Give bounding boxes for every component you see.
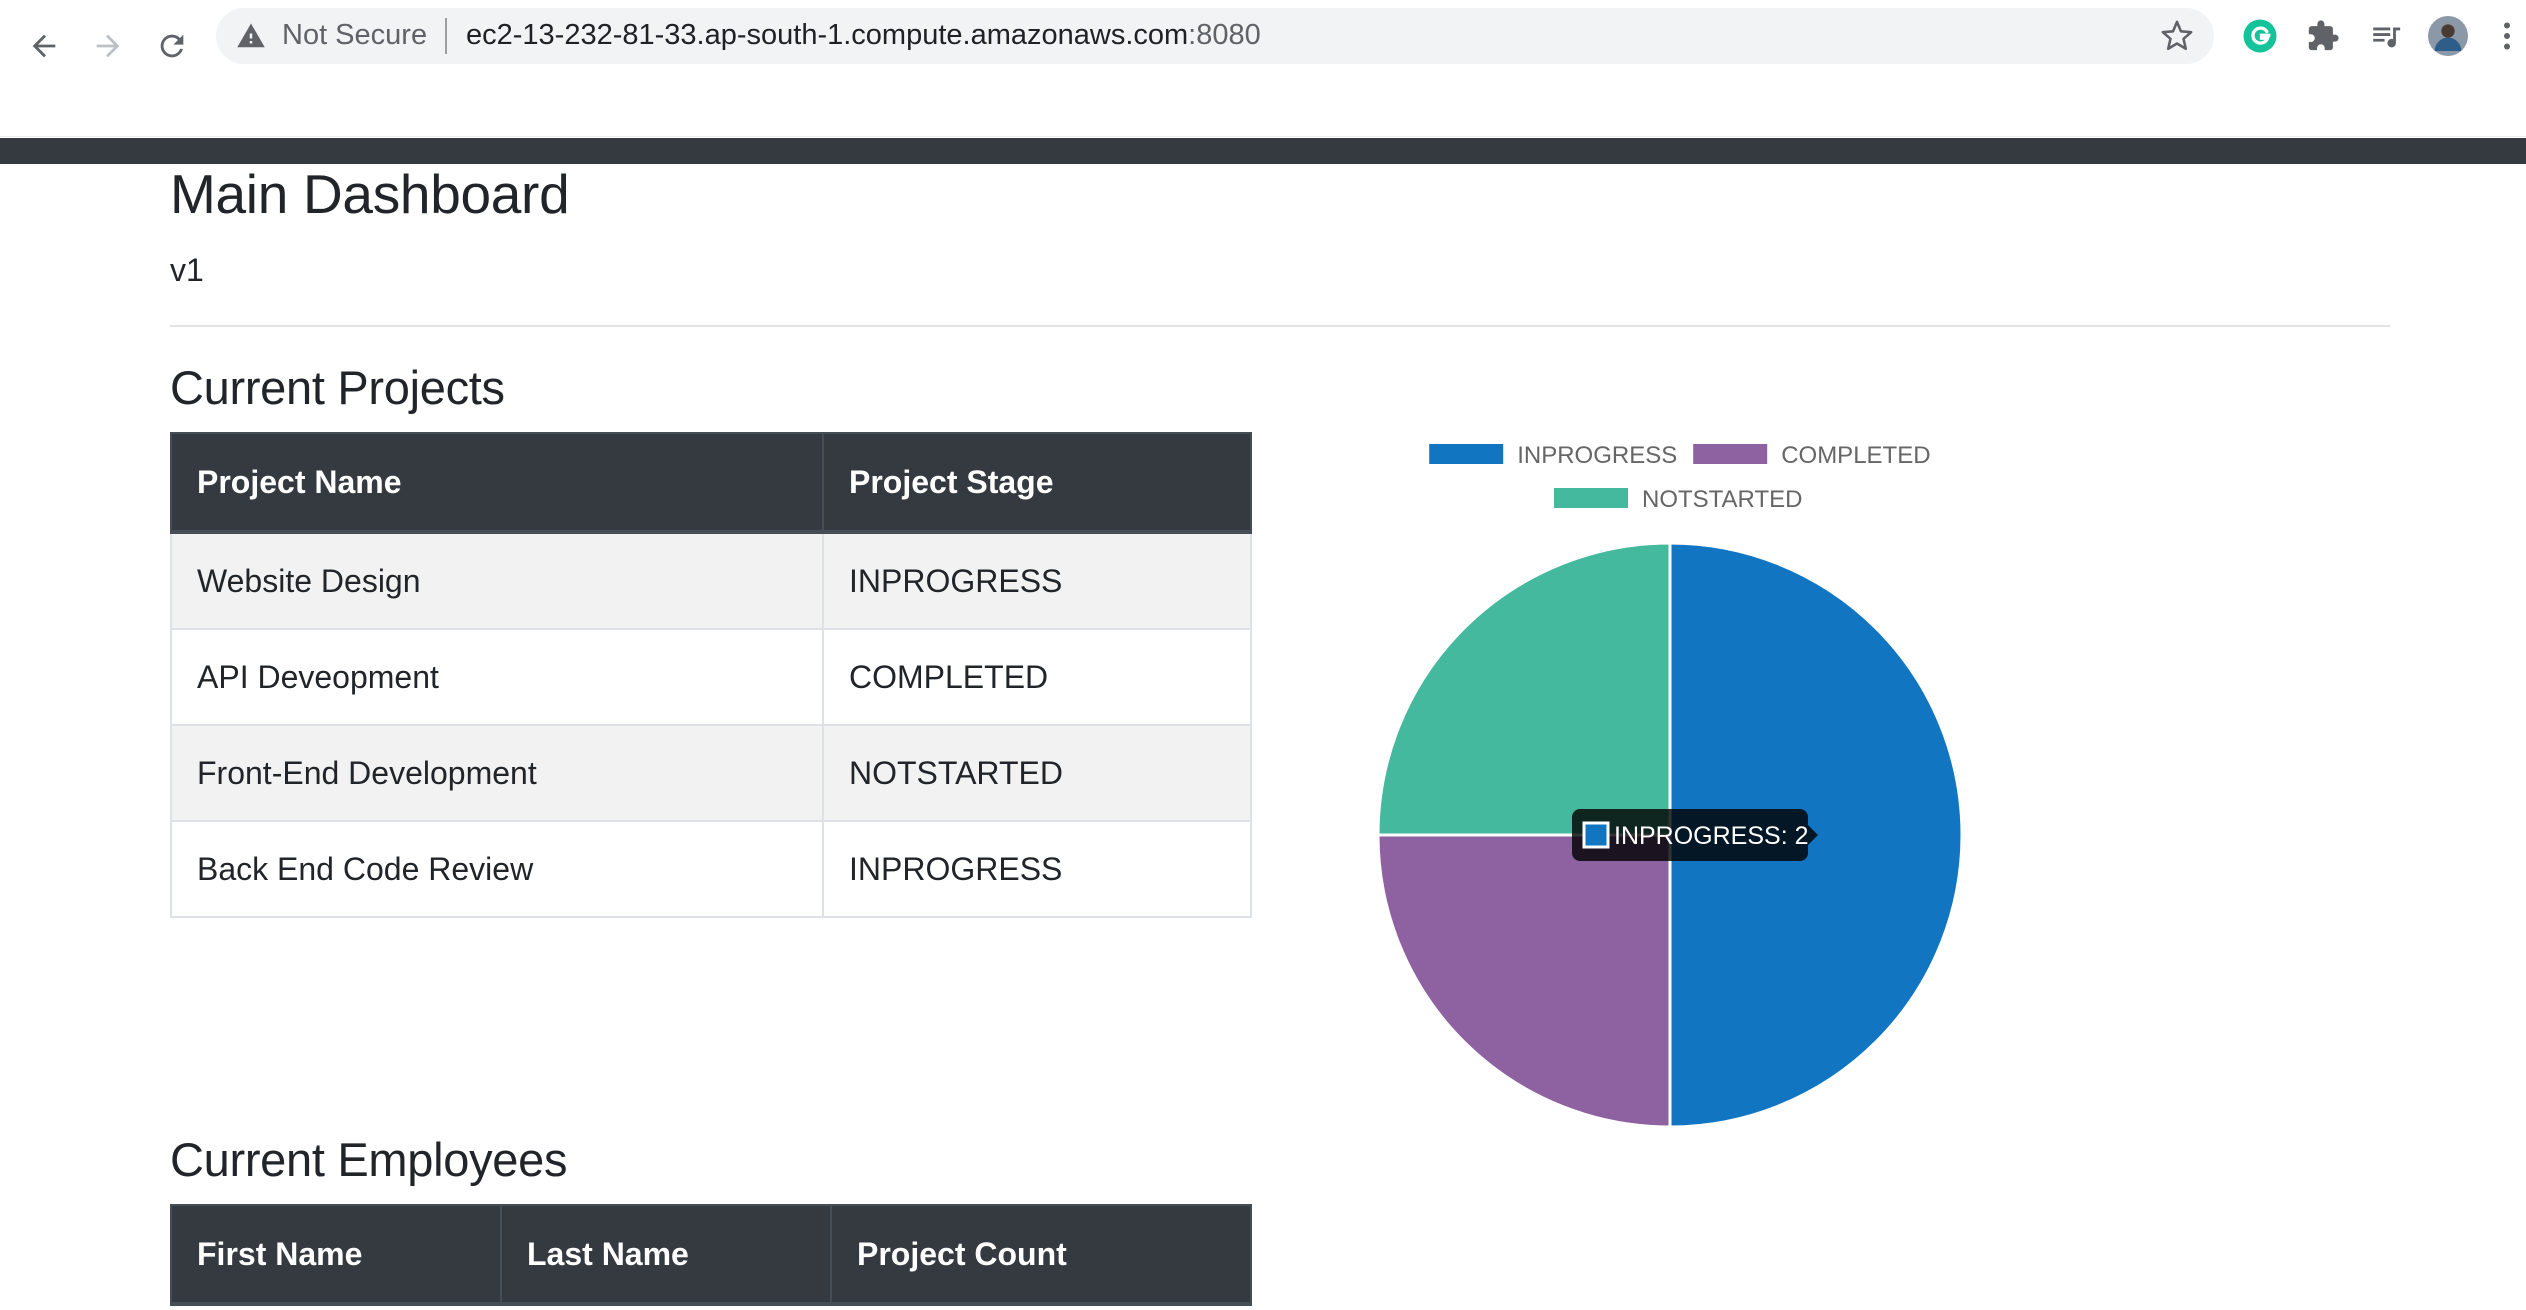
- project-stage-cell: INPROGRESS: [822, 531, 1252, 630]
- back-button[interactable]: [12, 14, 76, 78]
- project-name-cell: Back End Code Review: [170, 820, 824, 918]
- column-header-first-name[interactable]: First Name: [170, 1204, 502, 1306]
- security-indicator[interactable]: Not Secure: [282, 19, 427, 52]
- page-title: Main Dashboard: [170, 163, 570, 225]
- project-stage-cell: COMPLETED: [822, 628, 1252, 726]
- legend-label-notstarted[interactable]: NOTSTARTED: [1642, 486, 1802, 513]
- arrow-right-icon: [96, 34, 120, 58]
- address-separator: [445, 18, 447, 54]
- chrome-menu-button[interactable]: [2492, 16, 2522, 56]
- address-bar[interactable]: Not Secure ec2-13-232-81-33.ap-south-1.c…: [216, 8, 2214, 64]
- project-name-cell: API Deveopment: [170, 628, 824, 726]
- table-row: Website Design INPROGRESS: [170, 531, 1252, 630]
- pie-slice-notstarted[interactable]: [1376, 541, 1672, 837]
- legend-swatch-completed[interactable]: [1693, 444, 1768, 464]
- toolbar-divider: [0, 136, 2526, 137]
- extensions-button[interactable]: [2303, 16, 2343, 56]
- table-row: Front-End Development NOTSTARTED: [170, 724, 1252, 822]
- tooltip-swatch: [1582, 821, 1610, 849]
- more-vert-icon: [2504, 22, 2510, 50]
- reload-icon: [160, 34, 184, 58]
- legend-label-inprogress[interactable]: INPROGRESS: [1517, 442, 1677, 469]
- column-header-last-name[interactable]: Last Name: [500, 1204, 832, 1306]
- profile-avatar[interactable]: [2428, 16, 2468, 56]
- project-name-cell: Front-End Development: [170, 724, 824, 822]
- table-row: API Deveopment COMPLETED: [170, 628, 1252, 726]
- project-stage-cell: INPROGRESS: [822, 820, 1252, 918]
- employees-table: First Name Last Name Project Count: [170, 1204, 1252, 1306]
- divider: [170, 325, 2390, 327]
- browser-toolbar: Not Secure ec2-13-232-81-33.ap-south-1.c…: [0, 0, 2526, 138]
- puzzle-icon: [2308, 20, 2339, 51]
- table-row: Back End Code Review INPROGRESS: [170, 820, 1252, 918]
- arrow-left-icon: [32, 34, 56, 58]
- project-stage-cell: NOTSTARTED: [822, 724, 1252, 822]
- bookmark-star-icon[interactable]: [2160, 19, 2194, 53]
- project-name-cell: Website Design: [170, 531, 824, 630]
- forward-button[interactable]: [76, 14, 140, 78]
- pie-slice-completed[interactable]: [1376, 833, 1672, 1129]
- column-header-project-name[interactable]: Project Name: [170, 432, 824, 534]
- avatar-icon: [2428, 16, 2468, 56]
- project-stage-pie-chart[interactable]: INPROGRESS COMPLETED NOTSTARTED INPROGRESS:…: [1340, 430, 2060, 1150]
- version-label: v1: [170, 252, 204, 288]
- column-header-project-count[interactable]: Project Count: [830, 1204, 1252, 1306]
- tooltip-text: INPROGRESS: 2: [1614, 822, 1809, 850]
- column-header-project-stage[interactable]: Project Stage: [822, 432, 1252, 534]
- projects-heading: Current Projects: [170, 361, 505, 414]
- url-port: :8080: [1188, 19, 1261, 51]
- queue-music-icon: [2373, 27, 2401, 48]
- url-host: ec2-13-232-81-33.ap-south-1.compute.amaz…: [466, 19, 1189, 51]
- table-header-row: Project Name Project Stage: [170, 432, 1252, 534]
- top-navbar: [0, 138, 2526, 164]
- legend-swatch-inprogress[interactable]: [1429, 444, 1504, 464]
- employees-heading: Current Employees: [170, 1133, 568, 1186]
- table-header-row: First Name Last Name Project Count: [170, 1204, 1252, 1306]
- legend-label-completed[interactable]: COMPLETED: [1781, 442, 1930, 469]
- reload-button[interactable]: [140, 14, 204, 78]
- grammarly-icon: [2243, 19, 2277, 53]
- legend-swatch-notstarted[interactable]: [1554, 488, 1628, 508]
- projects-table: Project Name Project Stage Website Desig…: [170, 432, 1252, 918]
- chart-tooltip: INPROGRESS: 2: [1572, 809, 1818, 861]
- url-text[interactable]: ec2-13-232-81-33.ap-south-1.compute.amaz…: [466, 19, 1261, 52]
- grammarly-extension[interactable]: [2240, 16, 2280, 56]
- warning-icon: [237, 23, 265, 48]
- media-control-button[interactable]: [2366, 16, 2406, 56]
